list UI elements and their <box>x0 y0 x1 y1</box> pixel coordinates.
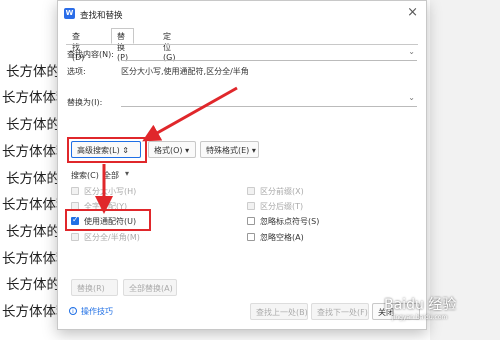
annotation-arrows <box>95 86 238 214</box>
arrow-to-advanced-search <box>142 86 238 142</box>
baidu-watermark: Baidu 经验 <box>384 297 457 313</box>
baidu-watermark-url: jingyan.baidu.com <box>392 314 448 321</box>
